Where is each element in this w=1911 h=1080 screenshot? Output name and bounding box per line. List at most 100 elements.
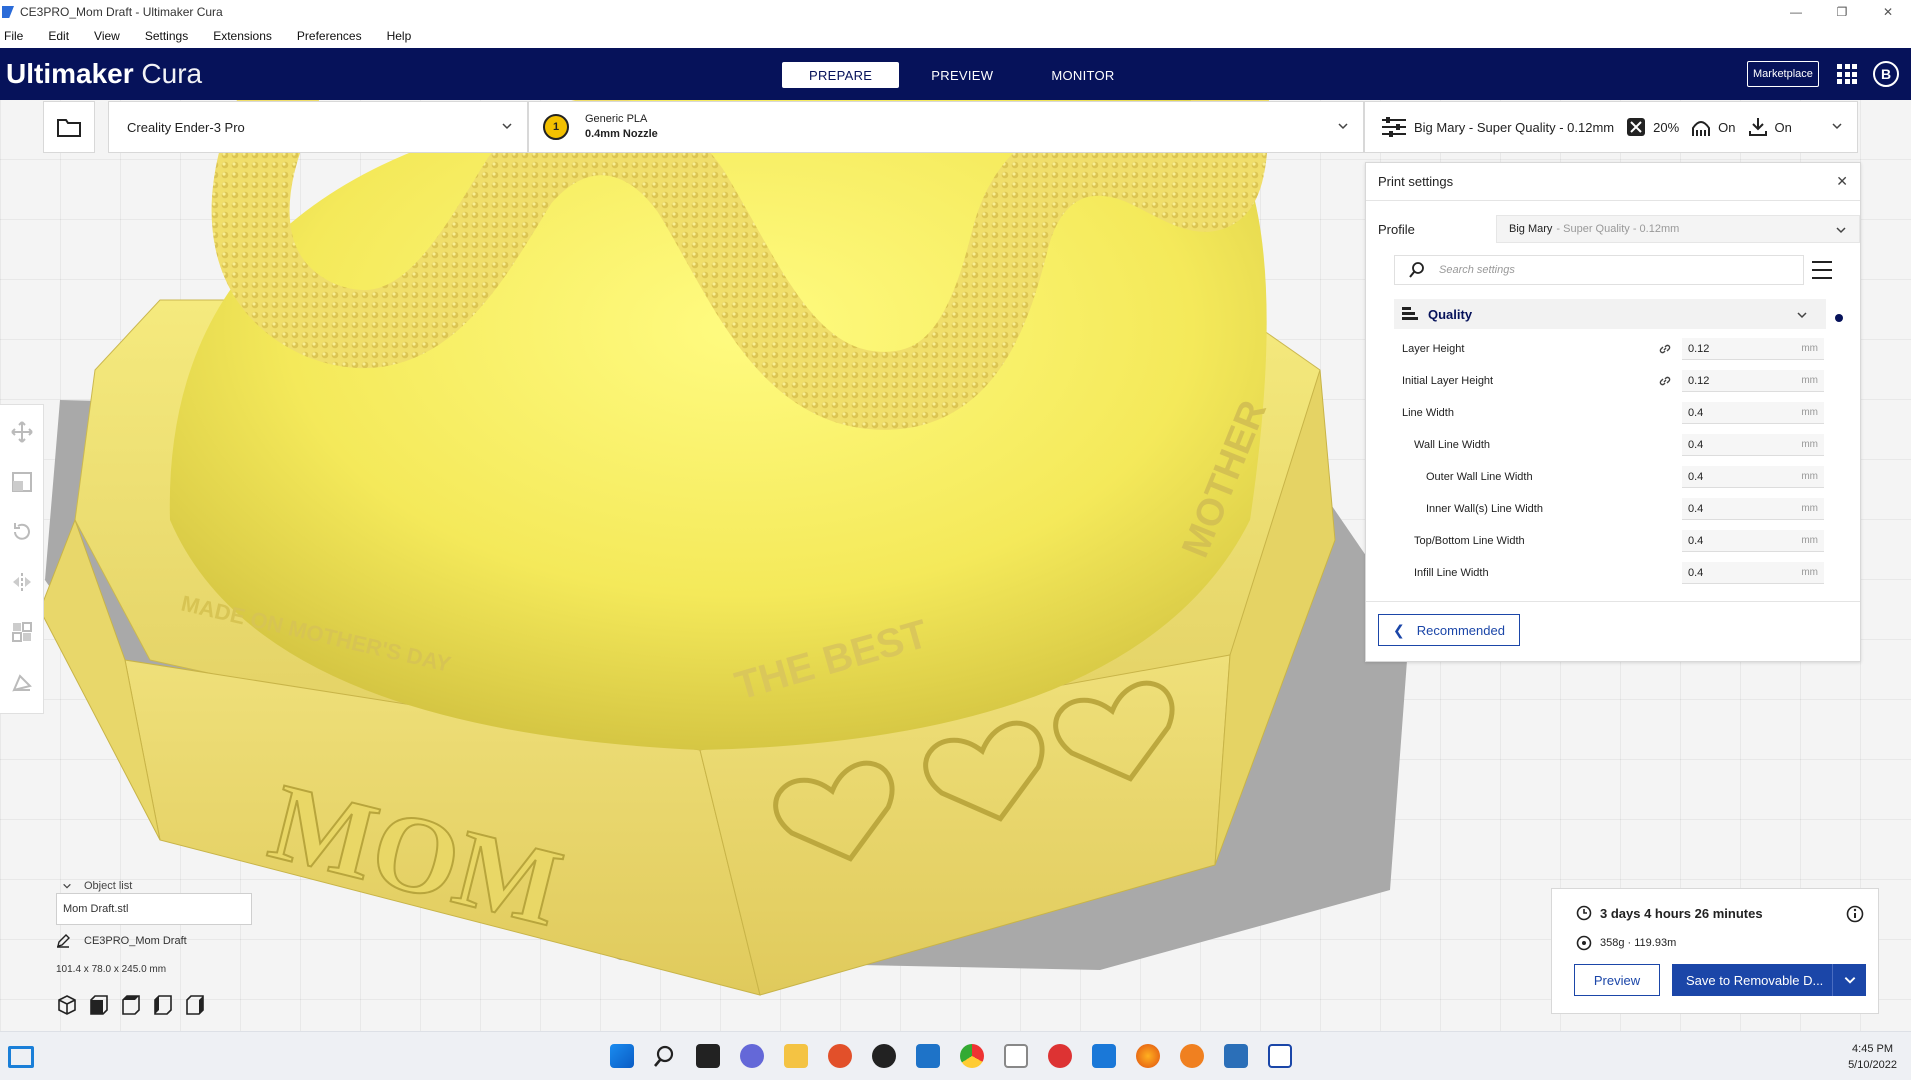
setting-unit: mm xyxy=(1801,375,1818,386)
model-dimensions: 101.4 x 78.0 x 245.0 mm xyxy=(56,964,167,975)
material-estimate: 358g · 119.93m xyxy=(1600,937,1677,949)
search-settings-input[interactable]: Search settings xyxy=(1394,255,1804,285)
machine-name: Creality Ender-3 Pro xyxy=(127,119,245,135)
per-model-settings-icon[interactable] xyxy=(10,621,34,643)
support-value: On xyxy=(1718,119,1736,135)
setting-value-input[interactable]: 0.4 mm xyxy=(1682,562,1824,584)
menu-edit[interactable]: Edit xyxy=(35,29,81,43)
setting-unit: mm xyxy=(1801,567,1818,578)
save-to-removable-button[interactable]: Save to Removable D... xyxy=(1672,964,1866,996)
adhesion-value: On xyxy=(1774,119,1792,135)
chevron-down-icon xyxy=(63,883,71,889)
menu-view[interactable]: View xyxy=(81,29,132,43)
profile-sub: - Super Quality - 0.12mm xyxy=(1556,223,1680,235)
filament-spool-icon xyxy=(1576,935,1592,951)
machine-selector[interactable]: Creality Ender-3 Pro xyxy=(108,101,528,153)
job-name[interactable]: CE3PRO_Mom Draft xyxy=(56,934,187,948)
open-file-button[interactable] xyxy=(43,101,95,153)
tab-preview[interactable]: PREVIEW xyxy=(905,62,1019,88)
print-job-panel: 3 days 4 hours 26 minutes 358g · 119.93m… xyxy=(1551,888,1879,1014)
view-left-icon[interactable] xyxy=(152,994,174,1016)
menu-extensions[interactable]: Extensions xyxy=(200,29,284,43)
menu-bar: File Edit View Settings Extensions Prefe… xyxy=(0,24,1911,48)
app-icon-orange[interactable] xyxy=(828,1044,852,1068)
profile-label: Profile xyxy=(1378,221,1415,237)
widgets-icon[interactable] xyxy=(8,1046,34,1068)
clock-icon xyxy=(1576,905,1592,921)
mirror-icon[interactable] xyxy=(10,571,34,593)
object-list-header[interactable]: Object list xyxy=(62,880,132,892)
material-selector[interactable]: 1 Generic PLA 0.4mm Nozzle xyxy=(528,101,1364,153)
setting-value-input[interactable]: 0.4 mm xyxy=(1682,466,1824,488)
chevron-down-icon[interactable] xyxy=(1832,964,1866,996)
support-blocker-icon[interactable] xyxy=(10,671,34,693)
setting-label: Outer Wall Line Width xyxy=(1426,471,1533,483)
setting-unit: mm xyxy=(1801,439,1818,450)
menu-settings[interactable]: Settings xyxy=(132,29,200,43)
setting-label: Wall Line Width xyxy=(1414,439,1491,451)
firefox-icon[interactable] xyxy=(1136,1044,1160,1068)
setting-unit: mm xyxy=(1801,343,1818,354)
scrollbar-handle[interactable] xyxy=(1835,314,1843,322)
setting-value-input[interactable]: 0.4 mm xyxy=(1682,434,1824,456)
setting-unit: mm xyxy=(1801,407,1818,418)
restore-icon[interactable]: ❐ xyxy=(1819,0,1865,24)
info-icon[interactable] xyxy=(1846,905,1864,928)
marketplace-button[interactable]: Marketplace xyxy=(1747,61,1819,87)
apps-grid-icon[interactable] xyxy=(1837,64,1857,84)
print-settings-selector[interactable]: Big Mary - Super Quality - 0.12mm 20% On… xyxy=(1364,101,1858,153)
start-icon[interactable] xyxy=(610,1044,634,1068)
chevron-left-icon: ❮ xyxy=(1393,621,1405,638)
app-icon-window[interactable] xyxy=(1224,1044,1248,1068)
account-avatar[interactable]: B xyxy=(1873,61,1899,87)
preview-button[interactable]: Preview xyxy=(1574,964,1660,996)
setting-label: Inner Wall(s) Line Width xyxy=(1426,503,1543,515)
print-time: 3 days 4 hours 26 minutes xyxy=(1600,905,1763,921)
app-icon-red[interactable] xyxy=(1048,1044,1072,1068)
app-icon-blue[interactable] xyxy=(916,1044,940,1068)
file-explorer-icon[interactable] xyxy=(784,1044,808,1068)
view-3d-icon[interactable] xyxy=(56,994,78,1016)
task-view-icon[interactable] xyxy=(696,1044,720,1068)
notepad-icon[interactable] xyxy=(1004,1044,1028,1068)
setting-label: Initial Layer Height xyxy=(1402,375,1494,387)
app-icon-dark[interactable] xyxy=(872,1044,896,1068)
blender-icon[interactable] xyxy=(1180,1044,1204,1068)
setting-value-input[interactable]: 0.12 mm xyxy=(1682,338,1824,360)
setting-value-input[interactable]: 0.4 mm xyxy=(1682,498,1824,520)
setting-value-input[interactable]: 0.12 mm xyxy=(1682,370,1824,392)
chrome-icon[interactable] xyxy=(960,1044,984,1068)
window-controls: — ❐ ✕ xyxy=(1773,0,1911,24)
rotate-icon[interactable] xyxy=(10,521,34,543)
close-window-icon[interactable]: ✕ xyxy=(1865,0,1911,24)
tab-prepare[interactable]: PREPARE xyxy=(782,62,900,88)
view-top-icon[interactable] xyxy=(120,994,142,1016)
tab-monitor[interactable]: MONITOR xyxy=(1025,62,1140,88)
view-front-icon[interactable] xyxy=(88,994,110,1016)
search-icon[interactable] xyxy=(654,1044,678,1068)
chevron-down-icon xyxy=(1338,123,1348,130)
folder-icon xyxy=(57,119,81,137)
setting-value-input[interactable]: 0.4 mm xyxy=(1682,402,1824,424)
menu-help[interactable]: Help xyxy=(374,29,424,43)
move-icon[interactable] xyxy=(10,421,34,443)
setting-value-input[interactable]: 0.4 mm xyxy=(1682,530,1824,552)
scale-icon[interactable] xyxy=(10,471,34,493)
brand-logo: Ultimaker Cura xyxy=(6,58,203,89)
profile-dropdown[interactable]: Big Mary - Super Quality - 0.12mm xyxy=(1496,215,1860,243)
close-icon[interactable]: ✕ xyxy=(1836,173,1848,190)
system-clock[interactable]: 4:45 PM 5/10/2022 xyxy=(1848,1041,1897,1073)
settings-visibility-menu-icon[interactable] xyxy=(1812,261,1832,279)
minimize-icon[interactable]: — xyxy=(1773,0,1819,24)
link-icon[interactable] xyxy=(1658,342,1672,359)
object-list-item[interactable]: Mom Draft.stl xyxy=(56,893,252,925)
menu-preferences[interactable]: Preferences xyxy=(284,29,374,43)
app-icon-c[interactable] xyxy=(1092,1044,1116,1068)
menu-file[interactable]: File xyxy=(0,29,35,43)
view-right-icon[interactable] xyxy=(184,994,206,1016)
link-icon[interactable] xyxy=(1658,374,1672,391)
cura-taskbar-icon[interactable] xyxy=(1268,1044,1292,1068)
category-quality[interactable]: Quality xyxy=(1394,299,1826,329)
recommended-button[interactable]: ❮ Recommended xyxy=(1378,614,1520,646)
teams-chat-icon[interactable] xyxy=(740,1044,764,1068)
